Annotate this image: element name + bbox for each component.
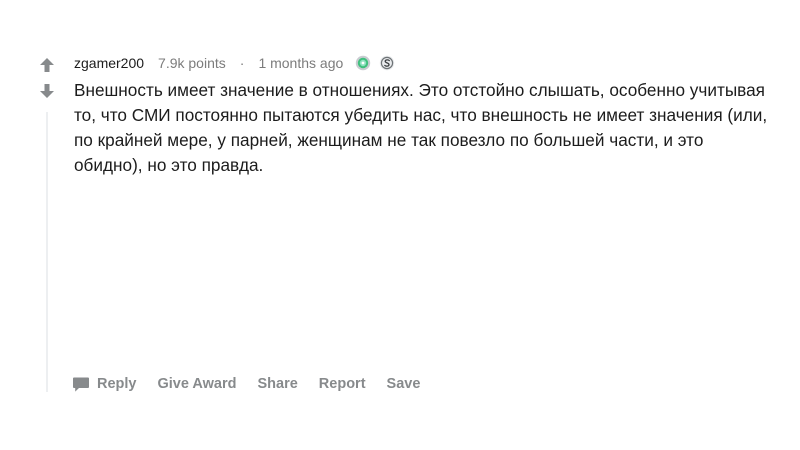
downvote-arrow-icon[interactable] <box>38 82 56 100</box>
share-button[interactable]: Share <box>257 376 297 392</box>
save-button[interactable]: Save <box>387 376 421 392</box>
vote-column <box>36 56 58 396</box>
report-button[interactable]: Report <box>319 376 366 392</box>
reply-bubble-icon <box>73 377 89 392</box>
comment-body: Внешность имеет значение в отношениях. Э… <box>74 80 768 175</box>
give-award-button[interactable]: Give Award <box>158 376 237 392</box>
coin-award-icon[interactable] <box>379 55 395 71</box>
comment: zgamer200 7.9k points · 1 months ago Вне… <box>0 0 800 450</box>
thread-line[interactable] <box>46 112 48 392</box>
reply-label: Reply <box>97 376 137 392</box>
comment-author[interactable]: zgamer200 <box>74 55 144 71</box>
meta-separator: · <box>239 55 245 71</box>
comment-header: zgamer200 7.9k points · 1 months ago <box>74 53 395 73</box>
comment-points: 7.9k points <box>158 55 226 71</box>
award-list[interactable] <box>355 55 395 71</box>
reply-button[interactable]: Reply <box>72 376 137 393</box>
comment-action-bar: Reply Give Award Share Report Save <box>72 374 441 394</box>
silver-award-icon[interactable] <box>355 55 371 71</box>
upvote-arrow-icon[interactable] <box>38 56 56 74</box>
comment-timestamp[interactable]: 1 months ago <box>258 55 343 71</box>
